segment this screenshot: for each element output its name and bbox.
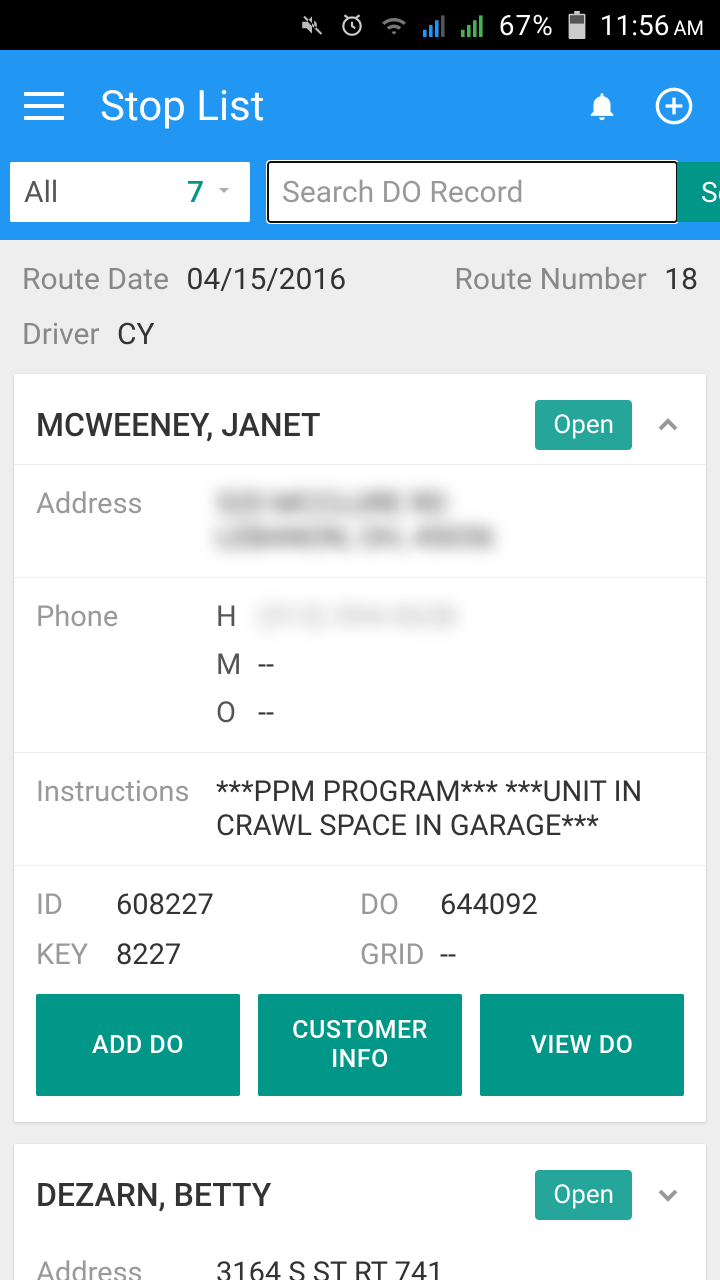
customer-info-button[interactable]: CUSTOMER INFO	[258, 994, 462, 1096]
do-value: 644092	[440, 888, 538, 922]
chevron-up-icon	[652, 409, 684, 441]
address-label: Address	[36, 1256, 216, 1280]
filter-label: All	[24, 175, 187, 210]
filter-dropdown[interactable]: All 7	[10, 162, 250, 222]
route-date-label: Route Date	[22, 262, 169, 297]
status-badge[interactable]: Open	[535, 400, 632, 450]
stop-card: DEZARN, BETTY Open Address 3164 S ST RT …	[14, 1144, 706, 1280]
driver-value: CY	[117, 317, 155, 352]
stop-card: MCWEENEY, JANET Open Address 520 MCCLURE…	[14, 374, 706, 1122]
status-clock: 11:56 AM	[600, 9, 704, 42]
add-do-button[interactable]: ADD DO	[36, 994, 240, 1096]
bell-icon	[585, 89, 619, 123]
add-button[interactable]	[652, 84, 696, 128]
page-title: Stop List	[100, 82, 552, 131]
chevron-down-icon	[212, 178, 236, 206]
signal-2-icon	[461, 13, 485, 37]
battery-percent: 67%	[499, 9, 554, 42]
filter-count: 7	[187, 175, 204, 210]
route-number-label: Route Number	[454, 262, 646, 297]
collapse-toggle[interactable]	[652, 409, 684, 441]
search-input[interactable]	[268, 162, 677, 222]
route-number-value: 18	[664, 262, 698, 297]
search-button[interactable]: Search	[677, 162, 720, 222]
menu-button[interactable]	[24, 92, 64, 120]
app-header: Stop List All 7 Search	[0, 50, 720, 240]
android-status-bar: 67% 11:56 AM	[0, 0, 720, 50]
instructions-label: Instructions	[36, 775, 216, 843]
expand-toggle[interactable]	[652, 1179, 684, 1211]
wifi-icon	[379, 13, 409, 37]
phone-mobile: --	[258, 648, 274, 682]
key-value: 8227	[116, 938, 181, 972]
alarm-icon	[339, 12, 365, 38]
id-value: 608227	[116, 888, 214, 922]
stop-list: MCWEENEY, JANET Open Address 520 MCCLURE…	[0, 374, 720, 1280]
notifications-button[interactable]	[580, 84, 624, 128]
phone-label: Phone	[36, 600, 216, 730]
status-badge[interactable]: Open	[535, 1170, 632, 1220]
phone-other: --	[258, 696, 274, 730]
stop-meta: ID608227 KEY8227 DO644092 GRID--	[14, 865, 706, 994]
mute-icon	[299, 12, 325, 38]
plus-circle-icon	[654, 86, 694, 126]
instructions-value: ***PPM PROGRAM*** ***UNIT IN CRAWL SPACE…	[216, 775, 684, 843]
route-date-value: 04/15/2016	[186, 262, 346, 297]
signal-1-icon	[423, 13, 447, 37]
phone-home: (513) 594-0638	[258, 600, 456, 634]
customer-name: DEZARN, BETTY	[36, 1176, 535, 1214]
grid-value: --	[440, 938, 456, 972]
customer-name: MCWEENEY, JANET	[36, 406, 535, 444]
address-label: Address	[36, 487, 216, 555]
chevron-down-icon	[652, 1179, 684, 1211]
address-value: 3164 S ST RT 741	[216, 1256, 684, 1280]
phone-list: H(513) 594-0638 M-- O--	[216, 600, 684, 730]
view-do-button[interactable]: VIEW DO	[480, 994, 684, 1096]
address-value: 520 MCCLURE RD LEBANON, OH, 45036	[216, 487, 684, 555]
driver-label: Driver	[22, 317, 100, 352]
battery-icon	[568, 11, 586, 39]
route-summary: Route Date 04/15/2016 Route Number 18 Dr…	[0, 240, 720, 374]
